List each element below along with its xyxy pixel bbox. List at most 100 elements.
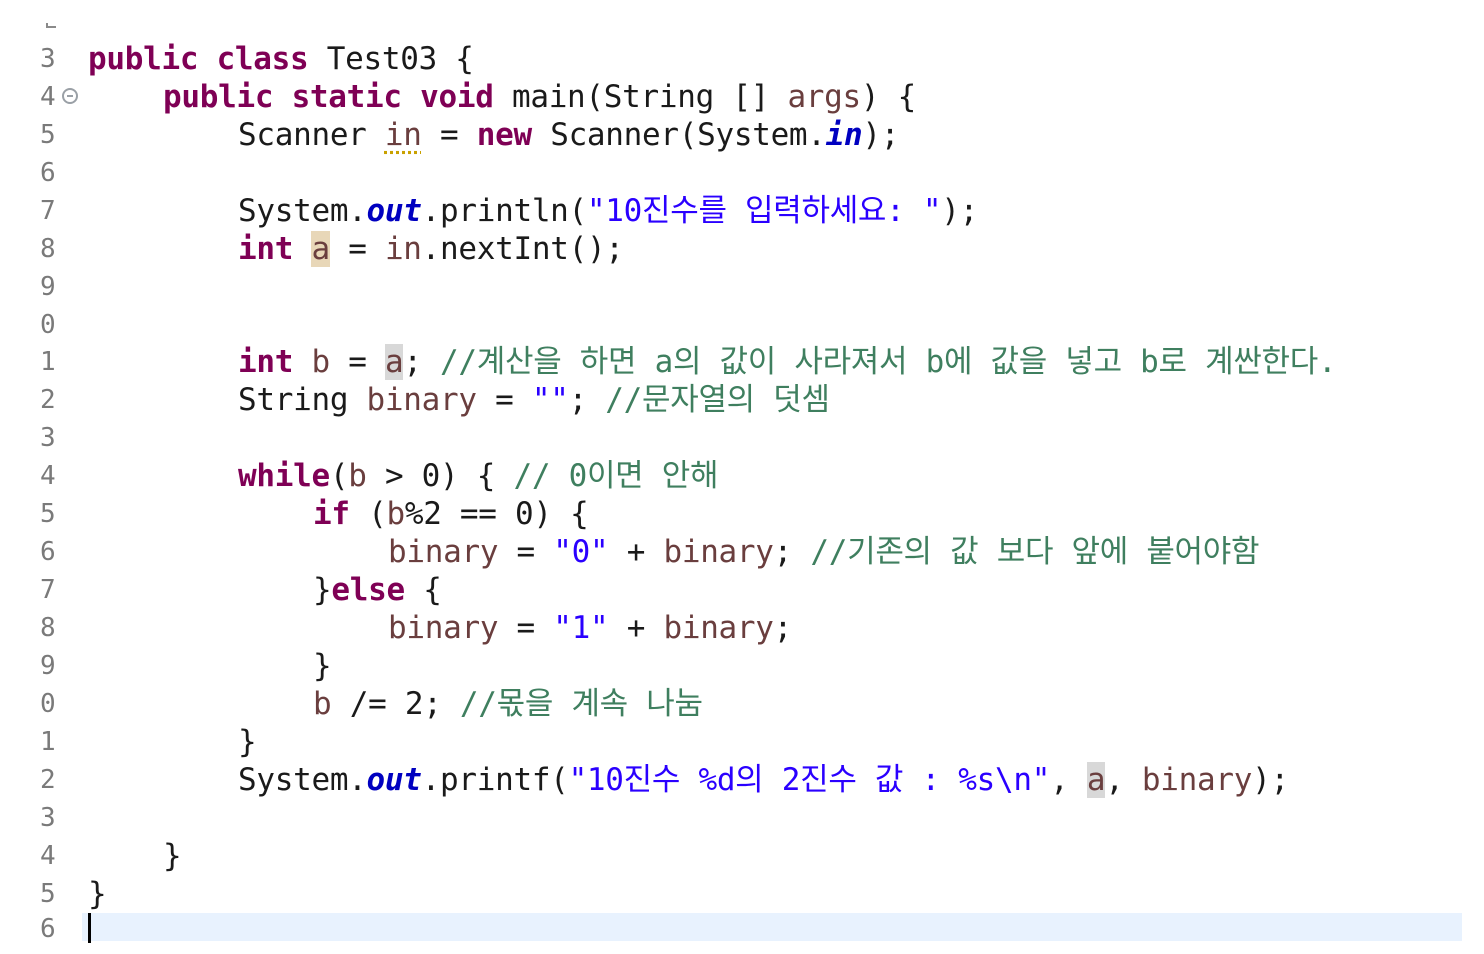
code-text: }	[313, 647, 332, 685]
code-token: System.	[238, 762, 367, 798]
code-line[interactable]: 0 b /= 2; //몫을 계속 나눔	[0, 685, 1484, 723]
code-text: }	[238, 723, 257, 761]
code-line[interactable]: 2 String binary = ""; //문자열의 덧셈	[0, 381, 1484, 419]
text-cursor	[88, 913, 91, 943]
code-text: System.out.printf("10진수 %d의 2진수 값 : %s\n…	[238, 761, 1289, 799]
code-token: ,	[1105, 762, 1142, 798]
code-line[interactable]: 5 if (b%2 == 0) {	[0, 495, 1484, 533]
line-number: 4	[40, 82, 56, 112]
code-token: +	[608, 534, 664, 570]
code-editor[interactable]: 3 public class Test03 { 4 public static …	[0, 0, 1484, 954]
keyword: while	[238, 458, 330, 494]
code-token: (	[349, 496, 387, 532]
code-token: Scanner(System.	[531, 117, 826, 153]
variable-binary: binary	[366, 382, 477, 418]
code-line[interactable]: 4 public static void main(String [] args…	[0, 78, 1484, 116]
code-token: String	[238, 382, 367, 418]
code-token: }	[313, 572, 332, 608]
code-text: }	[163, 837, 182, 875]
static-field: out	[366, 193, 422, 229]
line-number: 1	[40, 727, 56, 757]
keyword: int	[238, 344, 294, 380]
code-line[interactable]: 1 }	[0, 723, 1484, 761]
code-line[interactable]: 5 Scanner in = new Scanner(System.in);	[0, 116, 1484, 154]
static-field: in	[825, 117, 863, 153]
code-line[interactable]: 3	[0, 799, 1484, 837]
code-token: ) {	[860, 79, 916, 115]
code-token: ;	[773, 610, 793, 646]
code-line[interactable]: 8 int a = in.nextInt();	[0, 230, 1484, 268]
code-line[interactable]: 9	[0, 268, 1484, 306]
code-token: .println(	[421, 193, 588, 229]
code-text: binary = "1" + binary;	[388, 609, 792, 647]
line-number: 7	[40, 196, 56, 226]
line-number: 9	[40, 651, 56, 681]
variable-binary: binary	[663, 610, 774, 646]
comment: //문자열의 덧셈	[605, 382, 830, 418]
code-token: System.	[238, 193, 367, 229]
closing-brace: }	[163, 838, 182, 874]
code-line[interactable]: 5 }	[0, 875, 1484, 913]
code-token: > 0) {	[366, 458, 514, 494]
code-text: System.out.println("10진수를 입력하세요: ");	[238, 192, 978, 230]
line-number: 9	[40, 272, 56, 302]
line-number: 5	[40, 120, 56, 150]
code-token: %2 == 0) {	[404, 496, 589, 532]
code-line[interactable]: 9 }	[0, 647, 1484, 685]
keyword: public	[163, 79, 274, 115]
line-number: 3	[40, 423, 56, 453]
code-text: binary = "0" + binary; //기존의 값 보다 앞에 붙어야…	[388, 533, 1260, 571]
code-line[interactable]: 2 System.out.printf("10진수 %d의 2진수 값 : %s…	[0, 761, 1484, 799]
string-literal: "0"	[553, 534, 609, 570]
variable-a-highlighted: a	[311, 231, 330, 267]
code-line[interactable]: 6	[0, 154, 1484, 192]
line-number: 2	[40, 765, 56, 795]
code-token: {	[404, 572, 442, 608]
line-number: 0	[40, 310, 56, 340]
fold-collapse-icon[interactable]	[62, 88, 78, 104]
keyword: int	[238, 231, 294, 267]
line-number: 0	[40, 689, 56, 719]
variable-b: b	[348, 458, 367, 494]
line-number: 3	[40, 803, 56, 833]
code-line[interactable]: 1 int b = a; //계산을 하면 a의 값이 사라져서 b에 값을 넣…	[0, 343, 1484, 381]
line-number: 7	[40, 575, 56, 605]
code-line[interactable]: 0	[0, 306, 1484, 344]
code-token: );	[941, 193, 978, 229]
string-literal: ""	[531, 382, 569, 418]
code-line[interactable]: 3	[0, 419, 1484, 457]
code-line[interactable]: 4 while(b > 0) { // 0이면 안해	[0, 457, 1484, 495]
line-number: 4	[40, 461, 56, 491]
code-line[interactable]: 6 binary = "0" + binary; //기존의 값 보다 앞에 붙…	[0, 533, 1484, 571]
code-token: ;	[403, 344, 441, 380]
keyword: void	[420, 79, 494, 115]
code-token: (	[329, 458, 349, 494]
line-number: 5	[40, 499, 56, 529]
keyword: if	[313, 496, 350, 532]
string-literal: "1"	[553, 610, 609, 646]
code-line[interactable]: 8 binary = "1" + binary;	[0, 609, 1484, 647]
comment: //몫을 계속 나눔	[459, 686, 703, 722]
line-number: 6	[40, 158, 56, 188]
static-field: out	[366, 762, 422, 798]
variable-a-occurrence: a	[384, 344, 404, 380]
code-line[interactable]: 3 public class Test03 {	[0, 40, 1484, 78]
code-line[interactable]: 7 System.out.println("10진수를 입력하세요: ");	[0, 192, 1484, 230]
string-literal: "10진수를 입력하세요: "	[586, 193, 942, 229]
code-line[interactable]: 7 }else {	[0, 571, 1484, 609]
line-number: 6	[40, 914, 56, 944]
code-token: =	[421, 117, 477, 153]
code-line[interactable]: 6	[0, 910, 1484, 948]
code-text: public class Test03 {	[88, 40, 474, 78]
variable-binary: binary	[663, 534, 774, 570]
code-token: );	[862, 117, 900, 153]
line-number: 8	[40, 234, 56, 264]
variable-a-occurrence: a	[1086, 762, 1106, 798]
variable-b: b	[311, 344, 330, 380]
code-line[interactable]: 4 }	[0, 837, 1484, 875]
comment: //기존의 값 보다 앞에 붙어야함	[810, 534, 1260, 570]
variable-binary: binary	[388, 534, 499, 570]
variable-binary: binary	[388, 610, 499, 646]
parameter-args: args	[787, 79, 861, 115]
code-text: int b = a; //계산을 하면 a의 값이 사라져서 b에 값을 넣고 …	[238, 343, 1337, 381]
